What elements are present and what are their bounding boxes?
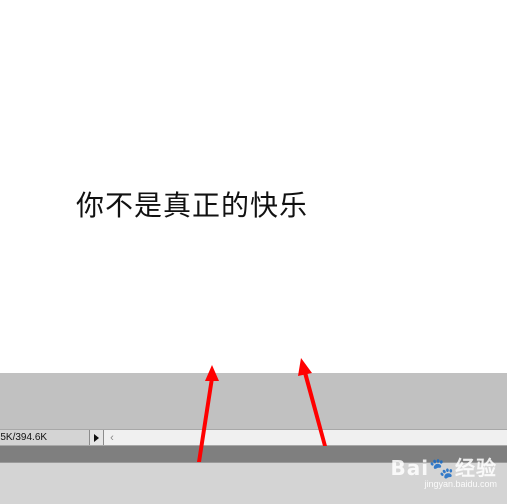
watermark: Bai🐾经验 jingyan.baidu.com xyxy=(391,452,498,489)
triangle-right-icon xyxy=(94,433,99,442)
scroll-left-icon[interactable]: ‹ xyxy=(106,430,118,445)
document-canvas[interactable]: 你不是真正的快乐 xyxy=(0,0,507,373)
document-size-text: 5.5K/394.6K xyxy=(0,432,48,443)
status-bar: 5.5K/394.6K ‹ xyxy=(0,429,507,446)
watermark-logo: Bai🐾经验 xyxy=(390,456,497,480)
status-menu-button[interactable] xyxy=(89,430,104,445)
document-size-readout: 5.5K/394.6K xyxy=(0,430,88,445)
horizontal-scrollbar[interactable]: ‹ xyxy=(104,430,507,445)
pasteboard-area xyxy=(0,373,507,429)
canvas-text-layer[interactable]: 你不是真正的快乐 xyxy=(76,184,308,224)
